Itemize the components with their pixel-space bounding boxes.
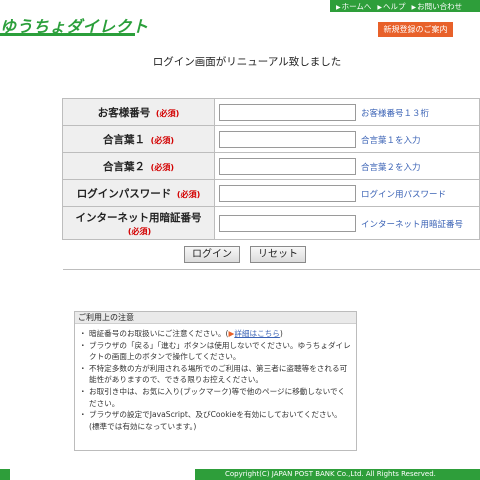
customer-number-hint[interactable]: お客様番号１３桁 — [361, 107, 429, 119]
contact-link[interactable]: ▶お問い合わせ — [412, 1, 463, 12]
required-mark: (必須) — [150, 135, 174, 145]
internet-pin-label: インターネット用暗証番号 (必須) — [62, 206, 215, 240]
copyright-bar: Copyright(C) JAPAN POST BANK Co.,Ltd. Al… — [195, 469, 480, 480]
help-link-label: ヘルプ — [383, 2, 406, 11]
notice-item: 暗証番号のお取扱いにご注意ください。(▶詳細はこちら) — [79, 328, 352, 340]
passphrase1-label: 合言葉１ (必須) — [62, 125, 215, 153]
passphrase2-input[interactable] — [219, 158, 356, 175]
internet-pin-hint[interactable]: インターネット用暗証番号 — [361, 218, 463, 230]
arrow-icon: ▶ — [411, 4, 417, 11]
home-link-label: ホームへ — [341, 2, 372, 11]
footer: Copyright(C) JAPAN POST BANK Co.,Ltd. Al… — [0, 469, 480, 480]
details-link[interactable]: 詳細はこちら — [234, 329, 280, 338]
passphrase1-hint[interactable]: 合言葉１を入力 — [361, 134, 421, 146]
passphrase1-input[interactable] — [219, 131, 356, 148]
required-mark: (必須) — [176, 189, 201, 199]
help-link[interactable]: ▶ヘルプ — [377, 1, 405, 12]
logo-underline — [0, 33, 135, 36]
customer-number-label: お客様番号 (必須) — [62, 98, 215, 126]
required-mark: (必須) — [127, 226, 152, 236]
home-link[interactable]: ▶ホームへ — [336, 1, 371, 12]
required-mark: (必須) — [155, 108, 180, 118]
login-button[interactable]: ログイン — [184, 246, 240, 263]
passphrase2-hint[interactable]: 合言葉２を入力 — [361, 161, 421, 173]
footer-accent — [0, 469, 10, 480]
notice-item: お取引き中は、お気に入り(ブックマーク)等で他のページに移動しないでください。 — [79, 386, 352, 409]
required-mark: (必須) — [150, 162, 174, 172]
reset-button[interactable]: リセット — [250, 246, 306, 263]
arrow-icon: ▶ — [336, 4, 341, 11]
notice-item: 不特定多数の方が利用される場所でのご利用は、第三者に盗聴等をされる可能性がありま… — [79, 363, 352, 386]
login-password-hint[interactable]: ログイン用パスワード — [361, 188, 446, 200]
notice-item: ブラウザの設定でJavaScript、及びCookieを有効にしておいてください… — [79, 409, 352, 432]
customer-number-input[interactable] — [219, 104, 356, 121]
notice-body: 暗証番号のお取扱いにご注意ください。(▶詳細はこちら) ブラウザの「戻る」「進む… — [75, 324, 356, 432]
register-info-button[interactable]: 新規登録のご案内 — [378, 22, 453, 37]
internet-pin-input[interactable] — [219, 215, 356, 232]
passphrase2-label: 合言葉２ (必須) — [62, 152, 215, 180]
top-bar: ▶ホームへ ▶ヘルプ ▶お問い合わせ — [0, 0, 480, 14]
login-password-input[interactable] — [219, 185, 356, 202]
login-password-label: ログインパスワード (必須) — [62, 179, 215, 207]
login-form: お客様番号 (必須) お客様番号１３桁 合言葉１ (必須) 合言葉１を入力 合言… — [62, 98, 480, 270]
usage-notice-box: ご利用上の注意 暗証番号のお取扱いにご注意ください。(▶詳細はこちら) ブラウザ… — [74, 311, 357, 451]
contact-link-label: お問い合わせ — [417, 2, 463, 11]
top-links: ▶ホームへ ▶ヘルプ ▶お問い合わせ — [336, 1, 462, 12]
notice-title: ご利用上の注意 — [75, 312, 356, 324]
page-title: ログイン画面がリニューアル致しました — [152, 56, 342, 68]
notice-item: ブラウザの「戻る」「進む」ボタンは使用しないでください。ゆうちょダイレクトの画面… — [79, 340, 352, 363]
arrow-icon: ▶ — [377, 4, 383, 11]
